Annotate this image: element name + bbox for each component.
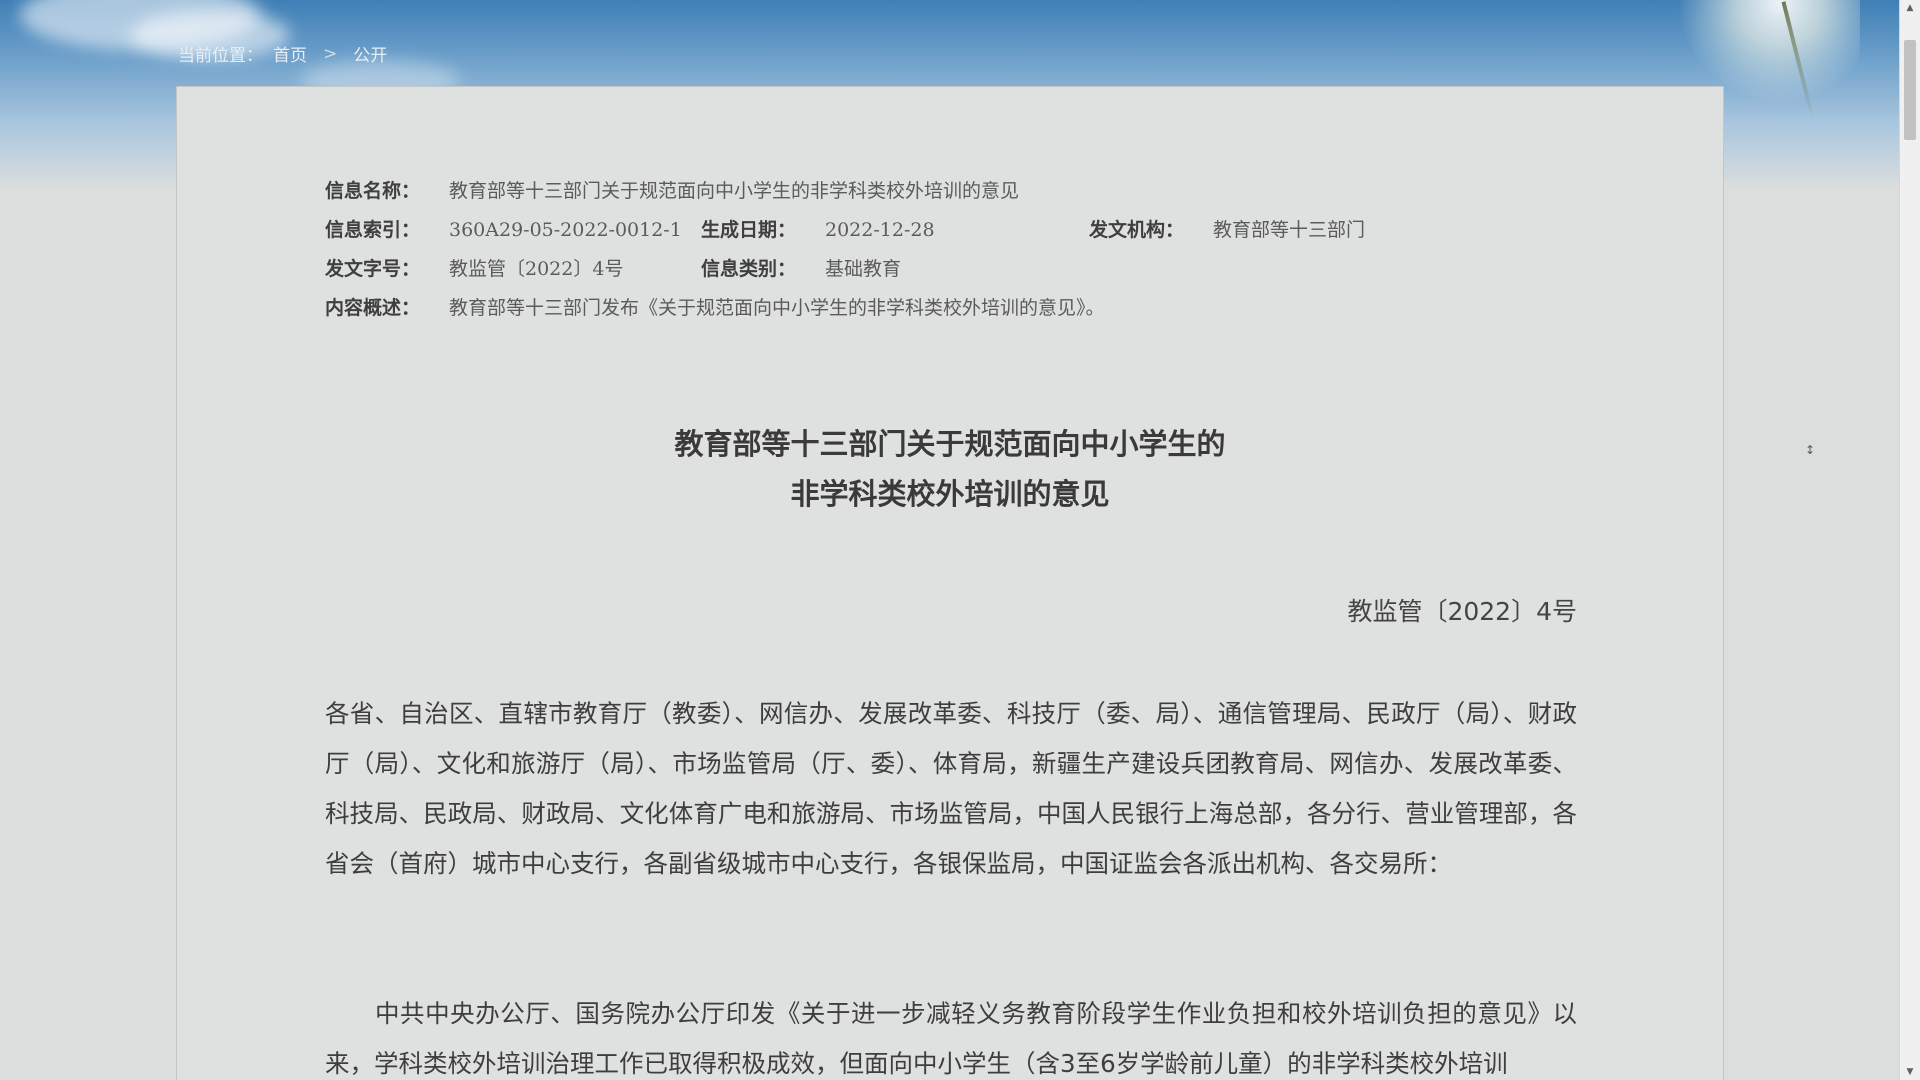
breadcrumb-current-link[interactable]: 公开	[353, 41, 387, 66]
meta-issuer-label: 发文机构：	[1089, 219, 1185, 241]
meta-index-value: 360A29-05-2022-0012-1	[449, 219, 682, 241]
breadcrumb: 当前位置： 首页 > 公开	[178, 41, 387, 67]
document-title: 教育部等十三部门关于规范面向中小学生的 非学科类校外培训的意见	[177, 419, 1723, 519]
document-body-paragraph: 中共中央办公厅、国务院办公厅印发《关于进一步减轻义务教育阶段学生作业负担和校外培…	[325, 999, 1577, 1078]
meta-issuer-value: 教育部等十三部门	[1213, 219, 1366, 241]
meta-category-value: 基础教育	[825, 258, 902, 280]
meta-docno-label: 发文字号：	[325, 258, 421, 280]
meta-summary-value: 教育部等十三部门发布《关于规范面向中小学生的非学科类校外培训的意见》。	[449, 297, 1105, 319]
document-title-line2: 非学科类校外培训的意见	[790, 477, 1110, 511]
meta-name-value: 教育部等十三部门关于规范面向中小学生的非学科类校外培训的意见	[449, 180, 1020, 202]
document-title-line1: 教育部等十三部门关于规范面向中小学生的	[674, 427, 1226, 461]
breadcrumb-separator-icon: >	[323, 43, 338, 64]
meta-category-label: 信息类别：	[701, 258, 797, 280]
document-addressees-paragraph: 各省、自治区、直辖市教育厅（教委）、网信办、发展改革委、科技厅（委、局）、通信管…	[325, 699, 1577, 878]
meta-docno-value: 教监管〔2022〕4号	[449, 258, 624, 280]
scroll-thumb[interactable]	[1904, 40, 1916, 140]
scroll-arrows-icon[interactable]: ↕	[1805, 443, 1815, 457]
document-number: 教监管〔2022〕4号	[1347, 597, 1577, 626]
breadcrumb-home-link[interactable]: 首页	[273, 41, 307, 66]
meta-date-value: 2022-12-28	[825, 219, 935, 241]
meta-name-label: 信息名称：	[325, 180, 421, 202]
document-panel: 信息名称： 教育部等十三部门关于规范面向中小学生的非学科类校外培训的意见 信息索…	[176, 86, 1724, 1080]
breadcrumb-prefix: 当前位置：	[178, 46, 263, 66]
vertical-scrollbar[interactable]: ▲ ▼	[1899, 0, 1920, 1080]
scroll-up-icon[interactable]: ▲	[1900, 0, 1920, 16]
meta-date-label: 生成日期：	[701, 219, 797, 241]
meta-index-label: 信息索引：	[325, 219, 421, 241]
meta-summary-label: 内容概述：	[325, 297, 421, 319]
scroll-down-icon[interactable]: ▼	[1900, 1064, 1920, 1080]
